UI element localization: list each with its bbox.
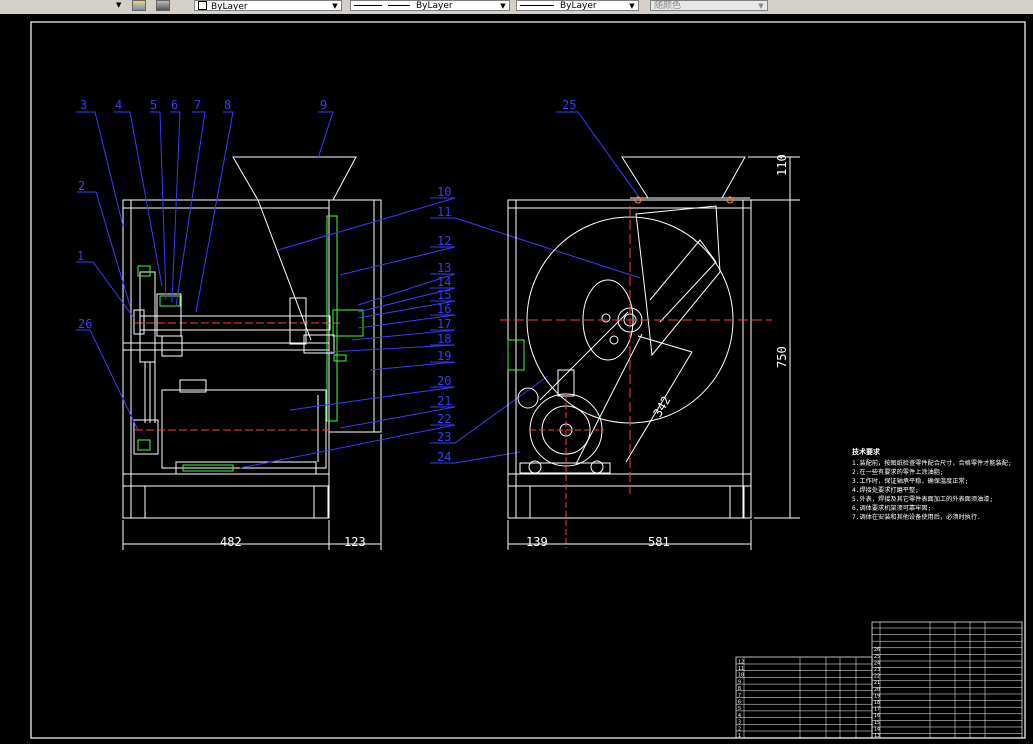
dim-482: 482 [220, 535, 242, 549]
note-line-5: 5.外表，焊接及其它零件表面加工的外表面须油漆; [852, 495, 993, 503]
note-line-3: 3.工作时，保证轴承平稳，确保温度正常; [852, 477, 968, 485]
balloon-17: 17 [437, 317, 451, 331]
balloon-15: 15 [437, 288, 451, 302]
title-block-row-number: 8 [738, 686, 741, 692]
title-block-row-number: 9 [738, 679, 741, 685]
lineweight-dropdown[interactable]: ByLayer ▼ [516, 0, 639, 11]
dim-110: 110 [775, 154, 789, 176]
cad-drawing: 482 123 1 2 3 4 5 6 7 8 9 10 11 12 13 14… [30, 21, 1026, 739]
title-block-row-number: 23 [874, 667, 880, 673]
linetype-dropdown[interactable]: ByLayer ▼ [350, 0, 510, 11]
title-block-row-number: 11 [738, 666, 744, 672]
balloon-13: 13 [437, 261, 451, 275]
balloon-18: 18 [437, 332, 451, 346]
linetype-value: ByLayer [416, 1, 453, 11]
balloon-26: 26 [78, 317, 92, 331]
chevron-down-icon: ▼ [332, 2, 338, 10]
leader-lines-left [76, 111, 642, 469]
title-block-row-number: 2 [738, 726, 741, 732]
title-block-row-number: 21 [874, 680, 880, 686]
balloon-23: 23 [437, 430, 451, 444]
title-block-row-number: 1 [738, 733, 741, 739]
title-block-row-number: 3 [738, 720, 741, 726]
balloon-24: 24 [437, 450, 451, 464]
balloon-1: 1 [77, 249, 84, 263]
lineweight-value: ByLayer [560, 1, 597, 11]
plot-style-dropdown: 随颜色 ▼ [650, 0, 768, 11]
title-block-row-number: 7 [738, 693, 741, 699]
title-block-row-number: 4 [738, 713, 741, 719]
balloon-11: 11 [437, 205, 451, 219]
note-line-7: 7.调体在安装和其他设备使用后，必须时执行. [852, 513, 981, 521]
title-block-row-number: 14 [874, 726, 880, 732]
note-line-6: 6.调体要求机架须可靠牢固; [852, 504, 931, 512]
note-line-1: 1.装配前，按图纸检查零件配合尺寸，合格零件才能装配; [852, 459, 1012, 467]
balloon-19: 19 [437, 349, 451, 363]
balloon-20: 20 [437, 374, 451, 388]
balloon-22: 22 [437, 412, 451, 426]
balloon-25: 25 [562, 98, 576, 112]
title-block-row-number: 13 [874, 733, 880, 739]
balloon-21: 21 [437, 394, 451, 408]
title-block-row-number: 24 [874, 660, 880, 666]
properties-toolbar: ▼ ByLayer ▼ ByLayer ▼ ByLayer ▼ 随颜色 ▼ [0, 0, 1033, 15]
chevron-down-icon: ▼ [758, 2, 764, 10]
drawing-canvas[interactable]: 482 123 1 2 3 4 5 6 7 8 9 10 11 12 13 14… [0, 14, 1033, 744]
title-block-row-number: 19 [874, 693, 880, 699]
balloon-2: 2 [78, 179, 85, 193]
title-block-row-number: 5 [738, 706, 741, 712]
color-value: ByLayer [211, 2, 248, 11]
layer-properties-icon[interactable] [132, 0, 146, 11]
balloon-5: 5 [150, 98, 157, 112]
note-line-2: 2.在一些有要求的零件上涂油脂; [852, 468, 944, 476]
title-block-row-number: 10 [738, 673, 744, 679]
title-block-row-number: 22 [874, 674, 880, 680]
side-view [500, 156, 800, 550]
title-block-row-number: 18 [874, 700, 880, 706]
balloon-12: 12 [437, 234, 451, 248]
title-block-row-number: 6 [738, 700, 741, 706]
balloon-9: 9 [320, 98, 327, 112]
balloon-6: 6 [171, 98, 178, 112]
title-block-row-number: 26 [874, 647, 880, 653]
balloon-14: 14 [437, 275, 451, 289]
technical-notes: 技术要求 1.装配前，按图纸检查零件配合尺寸，合格零件才能装配; 2.在一些有要… [852, 447, 1012, 521]
dim-750: 750 [775, 346, 789, 368]
notes-title: 技术要求 [852, 447, 881, 456]
color-dropdown[interactable]: ByLayer ▼ [194, 0, 342, 11]
title-block-row-number: 16 [874, 713, 880, 719]
dim-139: 139 [526, 535, 548, 549]
title-block-row-number: 12 [738, 659, 744, 665]
balloon-4: 4 [115, 98, 122, 112]
layer-stack-icon[interactable] [156, 0, 170, 11]
balloon-7: 7 [194, 98, 201, 112]
balloon-16: 16 [437, 302, 451, 316]
balloon-8: 8 [224, 98, 231, 112]
balloon-10: 10 [437, 185, 451, 199]
title-block-row-number: 15 [874, 720, 880, 726]
plot-style-value: 随颜色 [654, 1, 682, 11]
dim-581: 581 [648, 535, 670, 549]
color-swatch [198, 1, 207, 10]
dim-123: 123 [344, 535, 366, 549]
title-block-row-number: 25 [874, 654, 880, 660]
chevron-down-icon: ▼ [500, 2, 506, 10]
chevron-down-icon: ▼ [629, 2, 635, 10]
title-block-row-number: 17 [874, 707, 880, 713]
front-view [122, 156, 382, 550]
note-line-4: 4.焊接处要求打磨平整; [852, 486, 919, 494]
layer-dropdown-arrow[interactable]: ▼ [116, 0, 126, 11]
balloon-3: 3 [80, 98, 87, 112]
title-block-row-number: 20 [874, 687, 880, 693]
